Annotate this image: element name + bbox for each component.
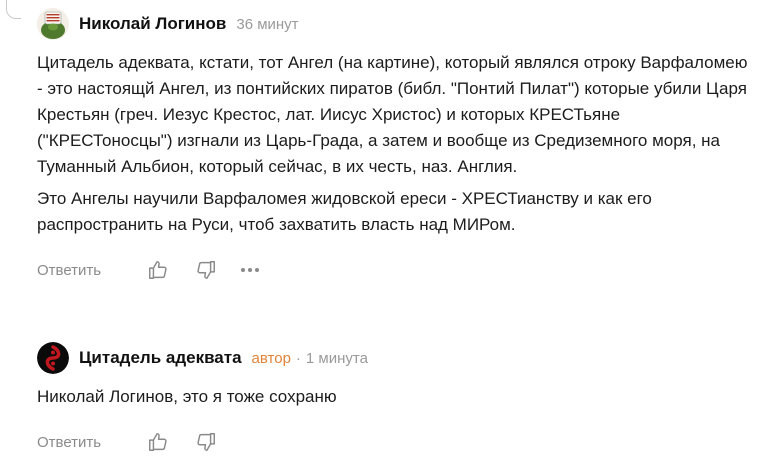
more-dots-icon[interactable] [241,257,260,283]
comment-header: Николай Логинов 36 минут [37,6,753,42]
author-badge: автор [251,349,291,367]
comment-author[interactable]: Цитадель адеквата [79,348,242,368]
comment-body: Николай Логинов, это я тоже сохраню [37,384,753,410]
avatar[interactable] [37,8,69,40]
avatar[interactable] [37,342,69,374]
thumbs-up-icon[interactable] [145,257,171,283]
comment-actions: Ответить [37,255,753,285]
thread-connector-line [6,0,21,19]
thumbs-up-icon[interactable] [145,429,171,455]
comment-author[interactable]: Николай Логинов [79,14,226,34]
thumbs-down-icon[interactable] [193,429,219,455]
thumbs-down-icon[interactable] [193,257,219,283]
comment-text: Это Ангелы научили Варфаломея жидовской … [37,189,652,234]
comment-text: Николай Логинов, это я тоже сохраню [37,387,337,406]
separator-dot: · [295,349,301,367]
comment-time: 36 минут [236,15,299,33]
comment-time: 1 минута [305,349,368,367]
comment: Цитадель адеквата автор · 1 минута Никол… [37,340,753,457]
comment-actions: Ответить [37,427,753,457]
comment-body: Цитадель адеквата, кстати, тот Ангел (на… [37,50,753,238]
comment: Николай Логинов 36 минут Цитадель адеква… [37,6,753,285]
reply-button[interactable]: Ответить [37,434,101,451]
comment-header: Цитадель адеквата автор · 1 минута [37,340,753,376]
reply-button[interactable]: Ответить [37,262,101,279]
comment-text: Цитадель адеквата, кстати, тот Ангел (на… [37,53,748,176]
